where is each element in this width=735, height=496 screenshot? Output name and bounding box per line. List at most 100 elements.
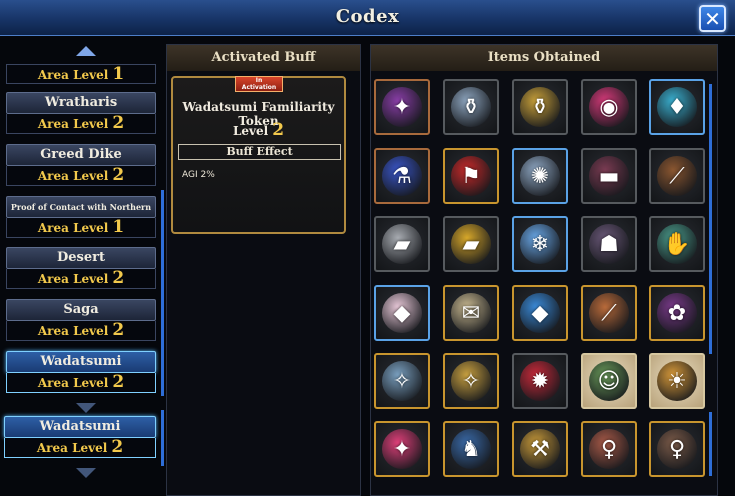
prism-crystal-icon: ◆ <box>382 293 422 333</box>
gold-compass-icon: ✧ <box>451 361 491 401</box>
area-item[interactable]: Greed Dike Area Level 2 <box>6 144 156 188</box>
window-title: Codex <box>335 6 400 27</box>
area-item-level: Area Level 2 <box>6 269 156 289</box>
item-slot[interactable]: ✿ <box>649 285 705 341</box>
area-item[interactable]: Wadatsumi Area Level 2 <box>6 351 156 395</box>
item-slot[interactable]: ☀ <box>649 353 705 409</box>
items-obtained-header: Items Obtained <box>371 45 717 71</box>
area-item[interactable]: Area Level 1 <box>6 64 156 84</box>
area-item[interactable]: Saga Area Level 2 <box>6 299 156 343</box>
crystal-cluster-icon: ♦ <box>657 87 697 127</box>
item-slot[interactable]: ⟋ <box>581 285 637 341</box>
area-item-name: Desert <box>6 247 156 269</box>
silver-compass-icon: ✧ <box>382 361 422 401</box>
area-item-level: Area Level 1 <box>6 218 156 238</box>
item-slot[interactable]: ✧ <box>374 353 430 409</box>
area-item[interactable]: Wratharis Area Level 2 <box>6 92 156 136</box>
gold-jug-icon: ⚱ <box>520 87 560 127</box>
ruby-medallion-icon: ✹ <box>520 361 560 401</box>
item-slot[interactable]: ⟋ <box>649 148 705 204</box>
item-slot[interactable]: ▰ <box>443 216 499 272</box>
area-item[interactable]: Desert Area Level 2 <box>6 247 156 291</box>
title-bar: Codex ✕ <box>0 0 735 36</box>
item-slot[interactable]: ⚗ <box>374 148 430 204</box>
gauntlet-icon: ✋ <box>657 224 697 264</box>
blue-gem-icon: ◆ <box>520 293 560 333</box>
area-item-name: Greed Dike <box>6 144 156 166</box>
area-item-name: Saga <box>6 299 156 321</box>
item-slot[interactable]: ☺ <box>581 353 637 409</box>
gold-badge-icon: ☀ <box>657 361 697 401</box>
branch-icon: ⟋ <box>657 156 697 196</box>
buff-level: Level 2 <box>232 120 285 140</box>
item-slot[interactable]: ♀ <box>649 421 705 477</box>
item-slot[interactable]: ♞ <box>443 421 499 477</box>
item-slot[interactable]: ✦ <box>374 79 430 135</box>
hammer-icon: ⚒ <box>520 429 560 469</box>
in-activation-badge: In Activation <box>235 76 283 92</box>
magic-seal-icon: ✺ <box>520 156 560 196</box>
item-slot[interactable]: ✦ <box>374 421 430 477</box>
area-item-level: Area Level 2 <box>6 373 156 393</box>
item-slot[interactable]: ▰ <box>374 216 430 272</box>
item-slot[interactable]: ✹ <box>512 353 568 409</box>
item-slot[interactable]: ⚑ <box>443 148 499 204</box>
item-slot[interactable]: ✉ <box>443 285 499 341</box>
scroll-down-arrow-icon-secondary <box>76 468 96 478</box>
item-slot[interactable]: ◆ <box>512 285 568 341</box>
item-slot[interactable]: ◆ <box>374 285 430 341</box>
rod-icon: ⟋ <box>589 293 629 333</box>
silver-jug-icon: ⚱ <box>451 87 491 127</box>
close-icon: ✕ <box>704 6 721 31</box>
item-slot[interactable]: ⚒ <box>512 421 568 477</box>
red-banner-icon: ⚑ <box>451 156 491 196</box>
hooded-figure-icon: ☗ <box>589 224 629 264</box>
portrait-girl-1-icon: ♀ <box>589 429 629 469</box>
gold-ingot-icon: ▰ <box>451 224 491 264</box>
items-scrollbar[interactable] <box>709 84 712 354</box>
cushion-icon: ◉ <box>589 87 629 127</box>
area-item-level: Area Level 1 <box>6 64 156 84</box>
item-slot[interactable]: ✋ <box>649 216 705 272</box>
area-item-level: Area Level 2 <box>6 321 156 341</box>
item-slot[interactable]: ✧ <box>443 353 499 409</box>
area-item[interactable]: Proof of Contact with Northern PrideArea… <box>6 196 156 240</box>
item-slot[interactable]: ❄ <box>512 216 568 272</box>
portrait-girl-2-icon: ♀ <box>657 429 697 469</box>
area-item-name: Wadatsumi <box>4 416 156 438</box>
activated-buff-header: Activated Buff <box>167 45 360 71</box>
item-slot[interactable]: ⚱ <box>443 79 499 135</box>
scepter-icon: ✦ <box>382 87 422 127</box>
pink-shard-icon: ✦ <box>382 429 422 469</box>
potion-staff-icon: ⚗ <box>382 156 422 196</box>
buff-effect-text: AGI 2% <box>182 170 215 180</box>
area-item-name: Wratharis <box>6 92 156 114</box>
item-slot[interactable]: ⚱ <box>512 79 568 135</box>
area-item-level: Area Level 2 <box>6 166 156 186</box>
buff-effect-header: Buff Effect <box>178 144 341 160</box>
item-slot[interactable]: ♦ <box>649 79 705 135</box>
cat-badge-icon: ☺ <box>589 361 629 401</box>
ribbon-icon: ✿ <box>657 293 697 333</box>
area-item-ghost: Wadatsumi Area Level 2 <box>4 416 156 460</box>
item-slot[interactable]: ▬ <box>581 148 637 204</box>
buff-card: In Activation Wadatsumi Familiarity Toke… <box>171 76 346 234</box>
ice-apple-icon: ❄ <box>520 224 560 264</box>
item-slot[interactable]: ✺ <box>512 148 568 204</box>
scroll-up-arrow-icon[interactable] <box>76 46 96 56</box>
item-slot[interactable]: ☗ <box>581 216 637 272</box>
silver-ingot-icon: ▰ <box>382 224 422 264</box>
scroll-icon: ✉ <box>451 293 491 333</box>
area-item-level: Area Level 2 <box>6 114 156 134</box>
scroll-down-arrow-icon[interactable] <box>76 403 96 413</box>
figure-icon: ♞ <box>451 429 491 469</box>
area-list-scrollbar-secondary <box>161 410 164 466</box>
item-slot[interactable]: ♀ <box>581 421 637 477</box>
area-list-scrollbar[interactable] <box>161 190 164 396</box>
item-slot[interactable]: ◉ <box>581 79 637 135</box>
area-item-name: Wadatsumi <box>6 351 156 373</box>
area-item-name: Proof of Contact with Northern Pride <box>6 196 156 232</box>
anvil-icon: ▬ <box>589 156 629 196</box>
close-button[interactable]: ✕ <box>699 5 726 32</box>
items-scrollbar-secondary <box>709 412 712 476</box>
